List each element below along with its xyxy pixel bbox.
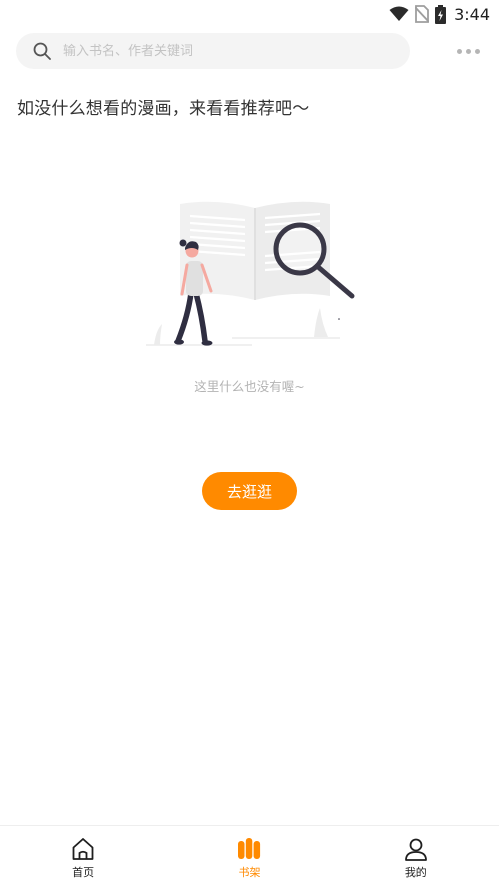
nav-item-home[interactable]: 首页 bbox=[0, 826, 166, 887]
bookshelf-screen: 3:44 如没什么想看的漫画，来看看推荐吧～ bbox=[0, 0, 499, 887]
search-input[interactable] bbox=[61, 42, 365, 60]
nav-label-profile: 我的 bbox=[404, 866, 427, 879]
search-box[interactable] bbox=[16, 33, 410, 69]
nav-item-bookshelf[interactable]: 书架 bbox=[166, 826, 332, 887]
empty-message: 这里什么也没有喔~ bbox=[194, 379, 305, 394]
no-sim-icon bbox=[415, 5, 430, 23]
bookshelf-icon bbox=[238, 838, 261, 859]
search-icon bbox=[33, 42, 51, 60]
nav-label-home: 首页 bbox=[72, 866, 95, 879]
more-dot bbox=[456, 48, 462, 54]
home-icon bbox=[72, 838, 94, 860]
battery-charging-icon bbox=[435, 4, 447, 24]
status-bar: 3:44 bbox=[0, 0, 499, 28]
nav-label-bookshelf: 书架 bbox=[238, 866, 261, 879]
profile-icon bbox=[404, 838, 427, 861]
status-time: 3:44 bbox=[454, 4, 490, 24]
recommend-headline: 如没什么想看的漫画，来看看推荐吧～ bbox=[17, 99, 310, 119]
nav-item-profile[interactable]: 我的 bbox=[333, 826, 499, 887]
browse-button[interactable]: 去逛逛 bbox=[202, 472, 297, 510]
empty-bookshelf-illustration bbox=[146, 201, 355, 346]
more-dot bbox=[474, 48, 480, 54]
more-options-button[interactable] bbox=[450, 33, 486, 69]
more-dot bbox=[465, 48, 471, 54]
bottom-nav: 首页 书架 我的 bbox=[0, 825, 499, 887]
status-icons: 3:44 bbox=[389, 3, 490, 25]
wifi-icon bbox=[389, 6, 409, 21]
search-row bbox=[16, 33, 486, 69]
